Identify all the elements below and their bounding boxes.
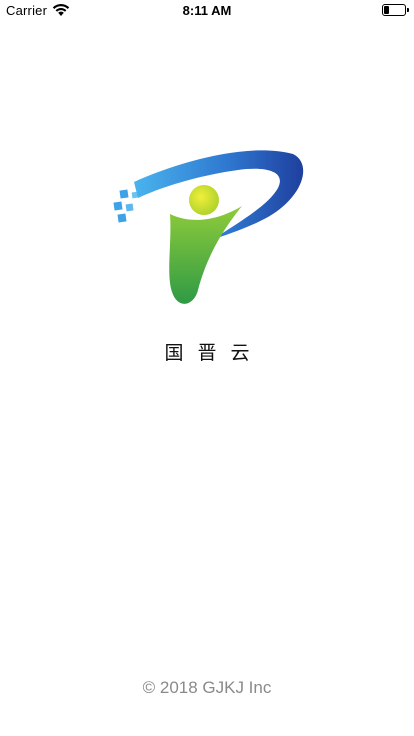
battery-fill xyxy=(384,6,389,14)
app-name: 国晋云 xyxy=(164,342,264,364)
app-logo-icon xyxy=(113,150,304,304)
status-bar: Carrier 8:11 AM xyxy=(0,0,414,20)
status-time: 8:11 AM xyxy=(182,3,232,18)
copyright-text: © 2018 GJKJ Inc xyxy=(142,678,272,697)
battery-icon xyxy=(382,4,409,16)
